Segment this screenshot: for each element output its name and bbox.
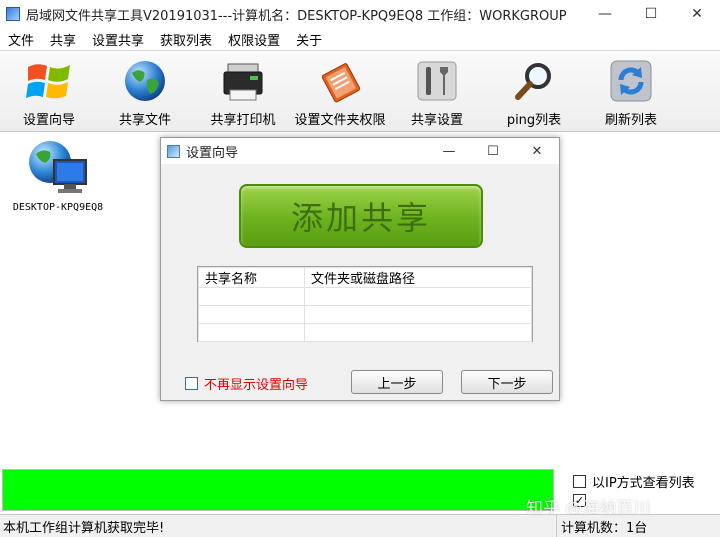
table-row[interactable]	[198, 287, 532, 306]
setup-wizard-label: 设置向导	[22, 113, 75, 128]
table-row[interactable]	[198, 323, 532, 342]
title-bar: 局域网文件共享工具V20191031---计算机名：DESKTOP-KPQ9EQ…	[0, 0, 720, 28]
dialog-controls: — ☐ ✕	[427, 138, 559, 164]
folder-permission-icon	[314, 57, 366, 105]
refresh-list-label: 刷新列表	[604, 113, 657, 128]
menu-about[interactable]: 关于	[288, 30, 330, 49]
minimize-button[interactable]: —	[582, 0, 628, 28]
prev-step-button[interactable]: 上一步	[351, 370, 443, 394]
ip-view-checkbox[interactable]	[573, 475, 586, 488]
maximize-button[interactable]: ☐	[628, 0, 674, 28]
progress-fill	[3, 470, 553, 510]
computer-count: 计算机数：1台	[556, 515, 647, 537]
computer-item[interactable]: DESKTOP-KPQ9EQ8	[8, 138, 108, 213]
ip-view-label: 以IP方式查看列表	[592, 476, 695, 491]
dont-show-checkbox[interactable]	[185, 377, 198, 390]
refresh-icon	[605, 57, 657, 105]
ip-view-option[interactable]: 以IP方式查看列表	[573, 472, 695, 491]
ping-list-tool[interactable]: ping列表	[500, 53, 568, 131]
dialog-icon	[167, 144, 180, 158]
dialog-maximize-button[interactable]: ☐	[471, 138, 515, 164]
tools-icon	[411, 57, 463, 105]
share-files-tool[interactable]: 共享文件	[114, 53, 176, 131]
share-settings-tool[interactable]: 共享设置	[406, 53, 468, 131]
share-settings-label: 共享设置	[410, 113, 463, 128]
computer-name: DESKTOP-KPQ9EQ8	[12, 202, 104, 213]
refresh-list-tool[interactable]: 刷新列表	[598, 53, 664, 131]
menu-share[interactable]: 共享	[42, 30, 84, 49]
windows-logo-icon	[23, 57, 75, 105]
share-table[interactable]: 共享名称 文件夹或磁盘路径	[197, 266, 533, 342]
window-controls: — ☐ ✕	[582, 0, 720, 28]
setup-wizard-tool[interactable]: 设置向导	[18, 53, 80, 131]
dialog-title: 设置向导	[186, 145, 239, 161]
dialog-title-bar: 设置向导 — ☐ ✕	[161, 138, 559, 164]
globe-icon	[119, 57, 171, 105]
window-title: 局域网文件共享工具V20191031---计算机名：DESKTOP-KPQ9EQ…	[26, 8, 567, 24]
network-computer-icon	[29, 141, 87, 193]
menu-file[interactable]: 文件	[0, 30, 42, 49]
table-row[interactable]	[198, 305, 532, 324]
app-icon	[6, 7, 20, 21]
progress-bar	[2, 469, 554, 511]
ping-list-label: ping列表	[506, 113, 562, 128]
menu-permissions[interactable]: 权限设置	[220, 30, 288, 49]
printer-icon	[217, 57, 269, 105]
dialog-close-button[interactable]: ✕	[515, 138, 559, 164]
dont-show-option[interactable]: 不再显示设置向导	[185, 374, 308, 393]
setup-wizard-dialog: 设置向导 — ☐ ✕ 添加共享 共享名称 文件夹或磁盘路径 不再显示设置向导 上…	[160, 137, 560, 401]
add-share-button[interactable]: 添加共享	[239, 184, 483, 248]
table-header-row: 共享名称 文件夹或磁盘路径	[198, 267, 532, 288]
menu-get-list[interactable]: 获取列表	[152, 30, 220, 49]
next-step-button[interactable]: 下一步	[461, 370, 553, 394]
share-printer-tool[interactable]: 共享打印机	[206, 53, 280, 131]
toolbar: 设置向导 共享文件 共享打印机 设置文件夹权限 共享设置 ping列表 刷新列表	[0, 50, 720, 132]
column-header-path: 文件夹或磁盘路径	[304, 267, 532, 288]
folder-permissions-tool[interactable]: 设置文件夹权限	[292, 53, 388, 131]
status-bar: 本机工作组计算机获取完毕! 计算机数：1台	[0, 514, 720, 537]
dont-show-label: 不再显示设置向导	[204, 378, 309, 393]
dialog-minimize-button[interactable]: —	[427, 138, 471, 164]
column-header-share-name: 共享名称	[198, 267, 305, 288]
share-printer-label: 共享打印机	[210, 113, 276, 128]
folder-permissions-label: 设置文件夹权限	[294, 113, 386, 128]
close-button[interactable]: ✕	[674, 0, 720, 28]
menu-bar: 文件 共享 设置共享 获取列表 权限设置 关于	[0, 28, 720, 50]
share-files-label: 共享文件	[118, 113, 171, 128]
menu-set-share[interactable]: 设置共享	[84, 30, 152, 49]
magnifier-icon	[508, 57, 560, 105]
status-message: 本机工作组计算机获取完毕!	[3, 520, 165, 536]
